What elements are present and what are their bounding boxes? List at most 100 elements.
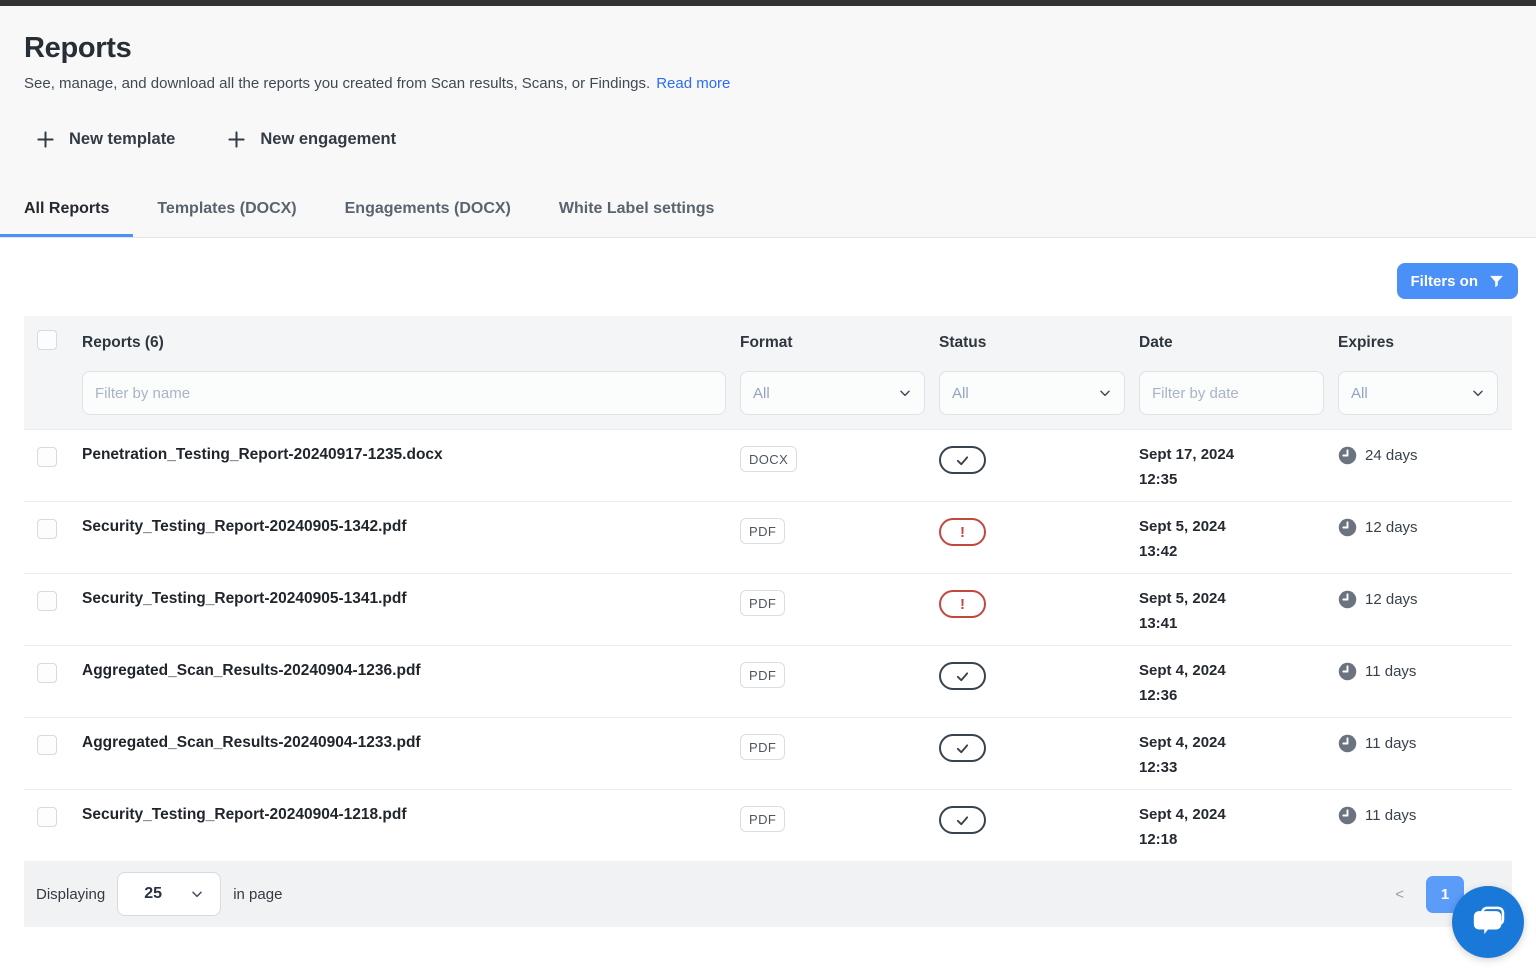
status-filter-select[interactable]: All [939, 371, 1125, 415]
filter-funnel-icon [1488, 273, 1505, 290]
page-header: Reports See, manage, and download all th… [0, 6, 1536, 183]
tab-engagements-docx[interactable]: Engagements (DOCX) [321, 183, 535, 237]
format-badge: DOCX [740, 446, 797, 472]
exclamation-icon: ! [960, 525, 965, 540]
report-name[interactable]: Aggregated_Scan_Results-20240904-1233.pd… [82, 734, 421, 751]
expires-text: 11 days [1365, 807, 1416, 824]
expires-filter-select[interactable]: All [1338, 371, 1498, 415]
report-time: 13:42 [1139, 543, 1338, 560]
expires-filter-value: All [1351, 385, 1368, 402]
chat-icon [1468, 902, 1508, 942]
format-badge: PDF [740, 518, 785, 544]
table-row: Aggregated_Scan_Results-20240904-1233.pd… [24, 717, 1512, 789]
tab-all-reports[interactable]: All Reports [0, 183, 133, 237]
column-reports: Reports (6) [82, 334, 164, 351]
report-time: 12:36 [1139, 687, 1338, 704]
date-filter-wrap [1139, 371, 1324, 415]
new-engagement-button[interactable]: New engagement [227, 130, 396, 149]
report-date: Sept 4, 2024 [1139, 662, 1338, 679]
chevron-down-icon [898, 386, 912, 400]
chevron-down-icon [1471, 386, 1485, 400]
pagination-bar: Displaying 25 in page < 1 [24, 861, 1512, 927]
clock-icon [1338, 806, 1357, 825]
report-date: Sept 5, 2024 [1139, 518, 1338, 535]
status-icon: ! [939, 734, 986, 762]
clock-icon [1338, 446, 1357, 465]
report-name[interactable]: Security_Testing_Report-20240905-1341.pd… [82, 590, 407, 607]
filters-on-label: Filters on [1410, 273, 1478, 290]
new-template-button[interactable]: New template [36, 130, 175, 149]
chat-widget-button[interactable] [1452, 886, 1524, 958]
row-checkbox[interactable] [37, 519, 57, 539]
clock-icon [1338, 518, 1357, 537]
chevron-down-icon [190, 887, 204, 901]
report-date: Sept 4, 2024 [1139, 734, 1338, 751]
report-name[interactable]: Penetration_Testing_Report-20240917-1235… [82, 446, 443, 463]
report-date: Sept 17, 2024 [1139, 446, 1338, 463]
in-page-label: in page [233, 886, 282, 903]
report-date: Sept 5, 2024 [1139, 590, 1338, 607]
pagination-controls: < 1 [1395, 876, 1464, 913]
report-name[interactable]: Security_Testing_Report-20240905-1342.pd… [82, 518, 407, 535]
new-template-label: New template [69, 130, 175, 149]
check-icon [955, 813, 970, 828]
row-checkbox[interactable] [37, 591, 57, 611]
new-engagement-label: New engagement [260, 130, 396, 149]
read-more-link[interactable]: Read more [656, 75, 730, 92]
page-title: Reports [24, 32, 1512, 65]
format-badge: PDF [740, 806, 785, 832]
expires-text: 12 days [1365, 519, 1418, 536]
page-size-value: 25 [144, 885, 162, 903]
report-time: 12:35 [1139, 471, 1338, 488]
date-filter-input[interactable] [1152, 385, 1311, 402]
page-description-text: See, manage, and download all the report… [24, 75, 650, 92]
row-checkbox[interactable] [37, 663, 57, 683]
status-icon: ! [939, 806, 986, 834]
status-icon: ! [939, 590, 986, 618]
report-time: 12:18 [1139, 831, 1338, 848]
tab-templates-docx[interactable]: Templates (DOCX) [133, 183, 320, 237]
chevron-down-icon [1098, 386, 1112, 400]
row-checkbox[interactable] [37, 807, 57, 827]
displaying-label: Displaying [36, 886, 105, 903]
previous-page-button[interactable]: < [1395, 886, 1404, 903]
status-filter-value: All [952, 385, 969, 402]
filters-on-button[interactable]: Filters on [1397, 263, 1518, 299]
report-time: 12:33 [1139, 759, 1338, 776]
name-filter-wrap [82, 371, 726, 415]
clock-icon [1338, 590, 1357, 609]
tab-white-label-settings[interactable]: White Label settings [535, 183, 739, 237]
report-name[interactable]: Aggregated_Scan_Results-20240904-1236.pd… [82, 662, 421, 679]
select-all-checkbox[interactable] [37, 330, 57, 350]
clock-icon [1338, 662, 1357, 681]
column-date: Date [1139, 334, 1173, 351]
expires-text: 12 days [1365, 591, 1418, 608]
row-checkbox[interactable] [37, 735, 57, 755]
report-name[interactable]: Security_Testing_Report-20240904-1218.pd… [82, 806, 407, 823]
plus-icon [36, 130, 55, 149]
format-badge: PDF [740, 590, 785, 616]
table-row: Security_Testing_Report-20240905-1341.pd… [24, 573, 1512, 645]
check-icon [955, 669, 970, 684]
row-checkbox[interactable] [37, 447, 57, 467]
format-filter-select[interactable]: All [740, 371, 925, 415]
status-icon: ! [939, 662, 986, 690]
report-time: 13:41 [1139, 615, 1338, 632]
filters-toolbar: Filters on [0, 238, 1536, 316]
header-actions: New template New engagement [24, 130, 1512, 183]
format-filter-value: All [753, 385, 770, 402]
page-size-select[interactable]: 25 [117, 872, 221, 916]
column-expires: Expires [1338, 334, 1394, 351]
clock-icon [1338, 734, 1357, 753]
reports-table: Reports (6) Format Status Date Expires A… [24, 316, 1512, 861]
status-icon: ! [939, 518, 986, 546]
name-filter-input[interactable] [95, 385, 713, 402]
format-badge: PDF [740, 734, 785, 760]
exclamation-icon: ! [960, 597, 965, 612]
table-row: Aggregated_Scan_Results-20240904-1236.pd… [24, 645, 1512, 717]
expires-text: 24 days [1365, 447, 1418, 464]
table-header: Reports (6) Format Status Date Expires A… [24, 316, 1512, 429]
table-row: Security_Testing_Report-20240905-1342.pd… [24, 501, 1512, 573]
status-icon: ! [939, 446, 986, 474]
reports-page: Reports See, manage, and download all th… [0, 0, 1536, 969]
